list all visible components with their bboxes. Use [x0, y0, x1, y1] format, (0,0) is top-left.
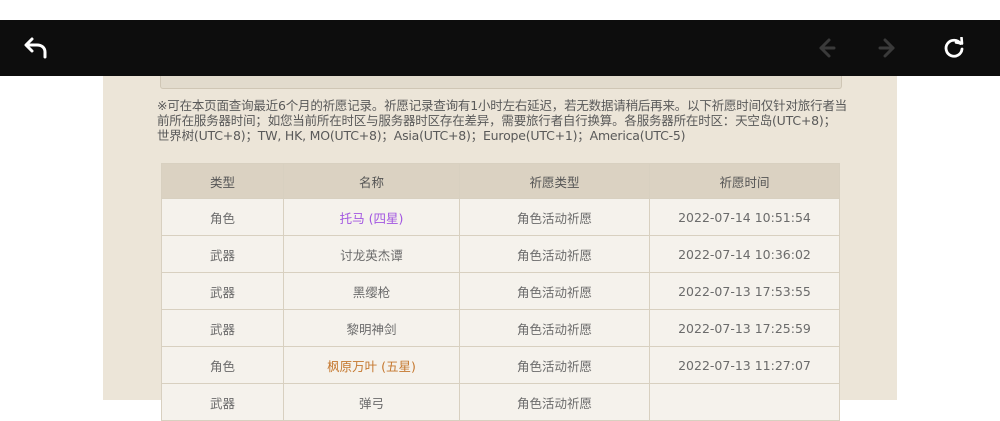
table-row: 武器 弹弓 角色活动祈愿: [161, 383, 840, 421]
chevron-right-icon: [878, 38, 895, 58]
header-wish-type: 祈愿类型: [459, 163, 650, 199]
cell-time: 2022-07-14 10:36:02: [649, 235, 840, 273]
reload-button[interactable]: [938, 32, 970, 64]
cell-type: 武器: [161, 272, 284, 310]
header-type: 类型: [161, 163, 284, 199]
back-button[interactable]: [20, 32, 52, 64]
cell-time: 2022-07-13 17:53:55: [649, 272, 840, 310]
cell-name: 讨龙英杰谭: [283, 235, 460, 273]
header-name: 名称: [283, 163, 460, 199]
filter-panel: [160, 76, 842, 89]
status-strip: [0, 0, 1000, 20]
cell-wish-type: 角色活动祈愿: [459, 383, 650, 421]
table-row: 角色 托马 (四星) 角色活动祈愿 2022-07-14 10:51:54: [161, 198, 840, 236]
cell-time: 2022-07-13 17:25:59: [649, 309, 840, 347]
cell-wish-type: 角色活动祈愿: [459, 309, 650, 347]
next-button[interactable]: [872, 32, 904, 64]
previous-button[interactable]: [810, 32, 842, 64]
cell-time: 2022-07-13 11:27:07: [649, 346, 840, 384]
cell-name: 托马 (四星): [283, 198, 460, 236]
cell-wish-type: 角色活动祈愿: [459, 272, 650, 310]
table-header-row: 类型 名称 祈愿类型 祈愿时间: [161, 163, 840, 199]
cell-wish-type: 角色活动祈愿: [459, 235, 650, 273]
browser-toolbar: [0, 20, 1000, 76]
cell-type: 武器: [161, 235, 284, 273]
table-row: 武器 黑缨枪 角色活动祈愿 2022-07-13 17:53:55: [161, 272, 840, 310]
cell-name: 弹弓: [283, 383, 460, 421]
cell-type: 角色: [161, 346, 284, 384]
header-wish-time: 祈愿时间: [649, 163, 840, 199]
table-row: 武器 讨龙英杰谭 角色活动祈愿 2022-07-14 10:36:02: [161, 235, 840, 273]
cell-name: 黎明神剑: [283, 309, 460, 347]
cell-type: 武器: [161, 383, 284, 421]
table-row: 角色 枫原万叶 (五星) 角色活动祈愿 2022-07-13 11:27:07: [161, 346, 840, 384]
cell-wish-type: 角色活动祈愿: [459, 198, 650, 236]
cell-type: 武器: [161, 309, 284, 347]
table-row: 武器 黎明神剑 角色活动祈愿 2022-07-13 17:25:59: [161, 309, 840, 347]
back-arrow-icon: [24, 37, 47, 59]
cell-type: 角色: [161, 198, 284, 236]
cell-time: [649, 383, 840, 421]
reload-icon: [944, 37, 964, 58]
wish-history-page: ※可在本页面查询最近6个月的祈愿记录。祈愿记录查询有1小时左右延迟，若无数据请稍…: [103, 76, 897, 421]
cell-name: 黑缨枪: [283, 272, 460, 310]
wish-records-table: 类型 名称 祈愿类型 祈愿时间 角色 托马 (四星) 角色活动祈愿 2022-0…: [161, 163, 840, 421]
chevron-left-icon: [819, 38, 836, 58]
notice-text: ※可在本页面查询最近6个月的祈愿记录。祈愿记录查询有1小时左右延迟，若无数据请稍…: [157, 98, 847, 143]
cell-name: 枫原万叶 (五星): [283, 346, 460, 384]
cell-time: 2022-07-14 10:51:54: [649, 198, 840, 236]
cell-wish-type: 角色活动祈愿: [459, 346, 650, 384]
